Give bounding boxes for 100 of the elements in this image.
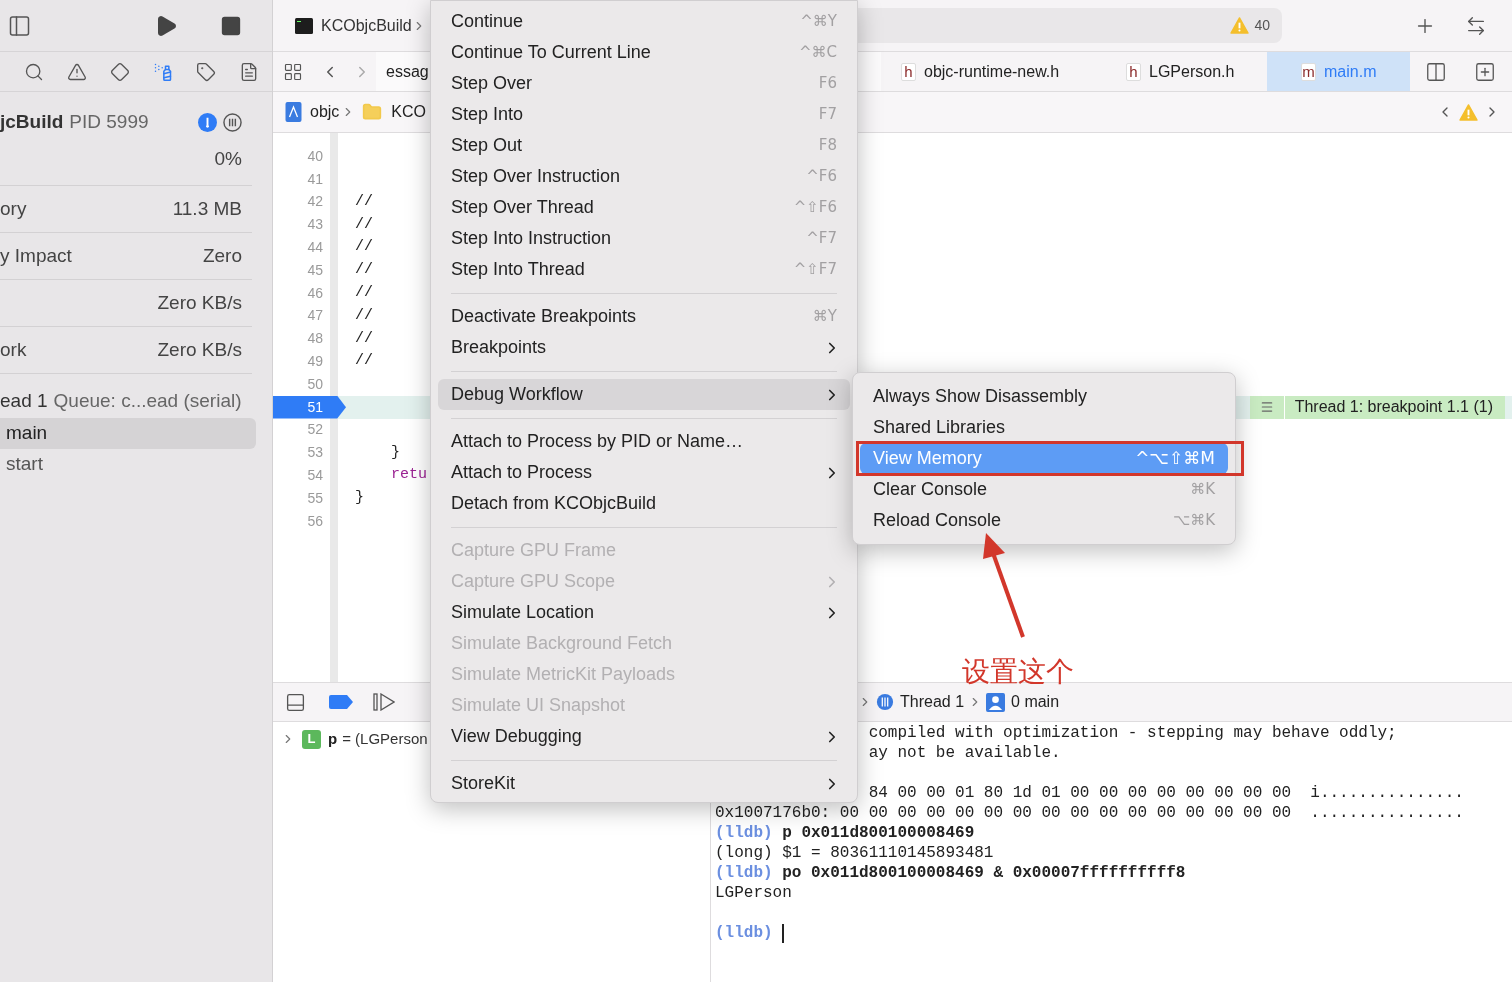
project-icon [285,102,302,122]
breakpoints-toggle-icon[interactable] [329,695,353,709]
line-number: 48 [306,329,323,349]
gauge-value: Zero KB/s [157,337,242,362]
gauge-label: ork [0,337,27,362]
line-number: 52 [306,420,323,440]
menu-item[interactable]: Step Out F8 [438,130,850,161]
code-text: // [354,214,373,235]
diamond-icon[interactable] [110,61,130,82]
grid-icon[interactable] [283,61,303,82]
code-text: // [354,328,373,349]
menu-item[interactable]: Step Into F7 [438,99,850,130]
menu-item[interactable]: Step Over Thread ^⇧F6 [438,192,850,223]
process-id: PID 5999 [69,109,149,134]
menu-item[interactable]: Continue ^⌘Y [438,6,850,37]
warning-count[interactable]: 40 [1254,15,1270,36]
scope-tag: L [302,729,321,749]
editor-layout-icon[interactable] [1424,60,1448,83]
hide-panel-icon[interactable] [285,691,306,713]
code-text: // [354,305,373,326]
warning-icon [1459,103,1478,121]
menu-item[interactable]: Breakpoints [438,332,850,363]
gauge-value: 0% [214,147,242,172]
console-prompt: (lldb) [715,863,773,883]
debug-path-item[interactable]: Thread 1 [900,690,965,714]
line-number: 49 [306,352,323,372]
editor-tab[interactable]: h LGPerson.h [1096,52,1267,91]
menu-item[interactable]: Step Over Instruction ^F6 [438,161,850,192]
code-text: // [354,191,373,212]
line-number: 45 [306,260,323,280]
file-type-label: h [1126,62,1141,81]
gauge-label: y Impact [0,243,72,268]
spray-can-icon[interactable] [153,61,173,82]
menu-item[interactable]: Deactivate Breakpoints ⌘Y [438,301,850,332]
code-text: } [390,442,400,463]
debug-path-item[interactable]: 0 main [1011,690,1060,714]
scheme-name[interactable]: KCObjcBuild [321,13,412,38]
console-line: (long) $1 = 80361110145893481 [715,843,994,863]
gauge-value: 11.3 MB [172,196,242,221]
line-number: 56 [306,511,323,531]
terminal-icon [295,17,313,34]
breakpoint-banner: Thread 1: breakpoint 1.1 (1) [1249,395,1505,419]
stack-frame[interactable]: start [0,449,256,480]
line-number: 50 [306,374,323,394]
variable-value: = (LGPerson [342,728,428,749]
search-icon[interactable] [24,61,44,82]
gauge-label: ory [0,196,27,221]
code-text: } [354,488,364,509]
editor-tab[interactable]: h objc-runtime-new.h [881,52,1096,91]
pause-circle-icon[interactable] [223,112,242,132]
console-prompt: (lldb) [715,823,773,843]
menu-item[interactable]: Continue To Current Line ^⌘C [438,37,850,68]
menu-item[interactable]: Simulate Location [438,597,850,628]
stack-frame[interactable]: main [0,418,256,449]
console-line: 84 00 00 01 80 1d 01 00 00 00 00 00 00 00 00 i............... [868,783,1464,803]
menu-item[interactable]: StoreKit [438,768,850,799]
file-type-label: h [901,62,916,81]
thread-icon [876,693,894,711]
menu-item[interactable]: Attach to Process [438,457,850,488]
menu-item[interactable]: View Debugging [438,721,850,752]
console-prompt: (lldb) [715,923,773,943]
variable-name: p [328,728,338,749]
line-number: 40 [306,146,323,166]
person-icon [986,692,1006,712]
line-number: 44 [306,238,323,258]
editor-tab[interactable]: m main.m [1267,52,1410,91]
breakpoint-marker[interactable]: 51 [273,395,346,419]
report-icon[interactable] [239,61,259,82]
line-number: 55 [306,488,323,508]
tag-icon[interactable] [196,61,216,82]
code-text: retu [390,465,427,486]
jump-bar-item[interactable]: objc [310,100,340,124]
code-text: // [354,282,373,303]
jump-bar-item[interactable]: KCO [391,100,427,124]
console-line: ay not be available. [868,743,1061,763]
folder-icon [361,102,384,122]
console-command: p 0x011d800100008469 [782,823,975,843]
code-text: // [354,351,373,372]
menu-item[interactable]: Step Into Thread ^⇧F7 [438,254,850,285]
text-cursor[interactable] [782,923,785,943]
stop-icon[interactable] [220,14,242,37]
gauge-value: Zero KB/s [157,290,242,315]
add-editor-icon[interactable] [1474,60,1496,83]
line-number: 46 [306,283,323,303]
warning-outline-icon[interactable] [67,61,87,82]
line-number: 42 [306,192,323,212]
process-name: jcBuild [0,109,64,134]
menu-item[interactable]: Attach to Process by PID or Name… [438,426,850,457]
menu-item[interactable]: Detach from KCObjcBuild [438,488,850,519]
gauge-icon[interactable] [198,112,217,132]
continue-icon[interactable] [373,693,395,711]
menu-item[interactable]: Step Into Instruction ^F7 [438,223,850,254]
menu-item[interactable]: Debug Workflow [438,379,850,410]
menu-item[interactable]: Reload Console ⌥⌘K [860,505,1228,536]
menu-item[interactable]: Clear Console ⌘K [860,474,1228,505]
menu-item[interactable]: Shared Libraries [860,412,1228,443]
menu-item[interactable]: Step Over F6 [438,68,850,99]
annotation-text: 设置这个 [962,655,1074,689]
gauge-value: Zero [202,243,242,268]
menu-item[interactable]: Always Show Disassembly [860,381,1228,412]
